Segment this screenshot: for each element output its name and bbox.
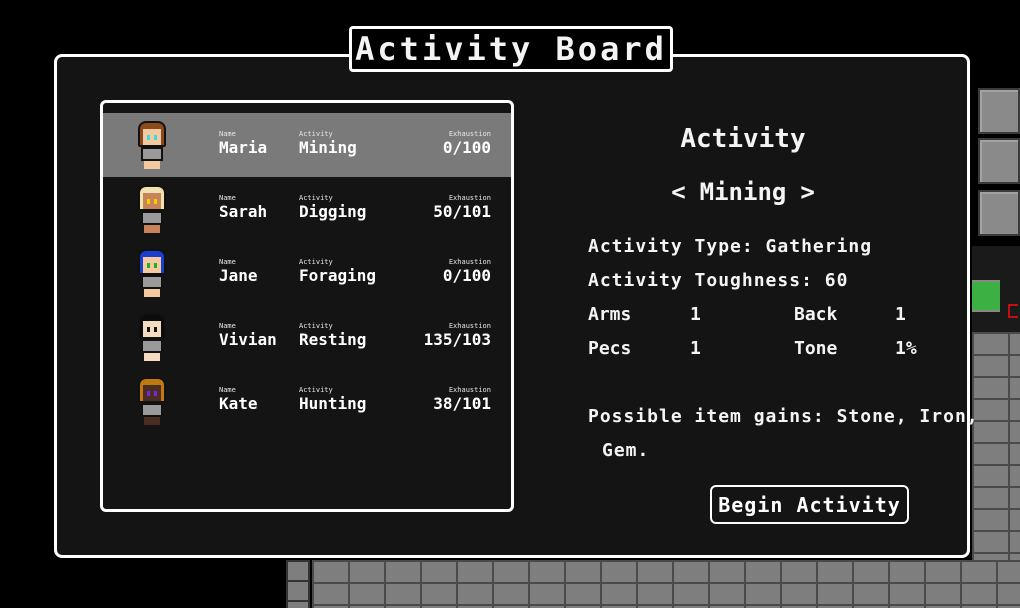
stat-arms-value: 1: [690, 304, 701, 325]
worker-exhaustion: 135/103: [423, 330, 491, 349]
avatar-eye: [154, 391, 157, 396]
activity-toughness: Activity Toughness: 60: [588, 270, 849, 291]
name-label: Name: [219, 130, 236, 138]
stat-back-value: 1: [895, 304, 906, 325]
avatar-legs: [144, 417, 160, 425]
worker-list[interactable]: Name Maria Activity Mining Exhaustion 0/…: [100, 100, 514, 512]
avatar-face: [143, 321, 161, 337]
avatar-face: [143, 385, 161, 401]
name-label: Name: [219, 386, 236, 394]
avatar-body: [141, 403, 163, 417]
name-label: Name: [219, 258, 236, 266]
stone-pillar: [286, 560, 310, 608]
name-label: Name: [219, 322, 236, 330]
avatar-eye: [154, 263, 157, 268]
activity-label: Activity: [299, 194, 333, 202]
item-gains-line1: Possible item gains: Stone, Iron,: [588, 406, 979, 427]
stone-block: [978, 190, 1020, 236]
worker-exhaustion: 50/101: [433, 202, 491, 221]
activity-label: Activity: [299, 322, 333, 330]
worker-exhaustion: 0/100: [442, 266, 491, 285]
avatar-eye: [147, 263, 150, 268]
avatar-eye: [154, 327, 157, 332]
window-title: Activity Board: [349, 26, 673, 72]
activity-selector: < Mining >: [590, 178, 896, 206]
avatar-legs: [144, 353, 160, 361]
avatar-eye: [147, 199, 150, 204]
worker-row[interactable]: Name Vivian Activity Resting Exhaustion …: [103, 305, 511, 369]
worker-name: Sarah: [219, 202, 268, 221]
green-tank: [972, 280, 1000, 312]
worker-row[interactable]: Name Jane Activity Foraging Exhaustion 0…: [103, 241, 511, 305]
avatar-legs: [144, 225, 160, 233]
character-avatar: [135, 377, 169, 427]
avatar-face: [143, 257, 161, 273]
worker-row[interactable]: Name Kate Activity Hunting Exhaustion 38…: [103, 369, 511, 433]
exhaustion-label: Exhaustion: [448, 322, 491, 330]
avatar-eye: [147, 135, 150, 140]
stone-block: [978, 138, 1020, 184]
worker-activity: Mining: [299, 138, 357, 157]
next-activity-arrow-icon[interactable]: >: [800, 178, 814, 206]
worker-row[interactable]: Name Maria Activity Mining Exhaustion 0/…: [103, 113, 511, 177]
green-tank-machine: [972, 246, 1020, 332]
avatar-eye: [154, 135, 157, 140]
stat-back-label: Back: [794, 304, 838, 325]
avatar-legs: [144, 289, 160, 297]
avatar-body: [141, 147, 163, 161]
stat-pecs-label: Pecs: [588, 338, 632, 359]
stone-block: [978, 88, 1020, 134]
worker-activity: Resting: [299, 330, 367, 349]
brick-floor-bottom: [312, 560, 1020, 608]
avatar-face: [143, 129, 161, 145]
worker-name: Vivian: [219, 330, 277, 349]
red-marking: [1008, 304, 1018, 318]
avatar-body: [141, 211, 163, 225]
stat-pecs-value: 1: [690, 338, 701, 359]
worker-exhaustion: 38/101: [433, 394, 491, 413]
worker-activity: Foraging: [299, 266, 377, 285]
character-avatar: [135, 249, 169, 299]
avatar-eye: [147, 391, 150, 396]
worker-name: Maria: [219, 138, 268, 157]
exhaustion-label: Exhaustion: [448, 258, 491, 266]
character-avatar: [135, 121, 169, 171]
activity-type: Activity Type: Gathering: [588, 236, 873, 257]
exhaustion-label: Exhaustion: [448, 194, 491, 202]
activity-label: Activity: [299, 386, 333, 394]
stat-arms-label: Arms: [588, 304, 632, 325]
exhaustion-label: Exhaustion: [448, 386, 491, 394]
worker-name: Jane: [219, 266, 258, 285]
avatar-legs: [144, 161, 160, 169]
stat-tone-label: Tone: [794, 338, 838, 359]
worker-activity: Hunting: [299, 394, 367, 413]
avatar-body: [141, 339, 163, 353]
avatar-eye: [147, 327, 150, 332]
avatar-body: [141, 275, 163, 289]
character-avatar: [135, 185, 169, 235]
avatar-face: [143, 193, 161, 209]
worker-exhaustion: 0/100: [442, 138, 491, 157]
item-gains-line2: Gem.: [602, 440, 650, 461]
activity-heading: Activity: [680, 124, 806, 154]
character-avatar: [135, 313, 169, 363]
avatar-eye: [154, 199, 157, 204]
exhaustion-label: Exhaustion: [448, 130, 491, 138]
activity-label: Activity: [299, 130, 333, 138]
worker-name: Kate: [219, 394, 258, 413]
stat-tone-value: 1%: [895, 338, 917, 359]
activity-label: Activity: [299, 258, 333, 266]
name-label: Name: [219, 194, 236, 202]
prev-activity-arrow-icon[interactable]: <: [671, 178, 685, 206]
current-activity: Mining: [699, 178, 787, 206]
worker-row[interactable]: Name Sarah Activity Digging Exhaustion 5…: [103, 177, 511, 241]
begin-activity-button[interactable]: Begin Activity: [710, 485, 909, 524]
worker-activity: Digging: [299, 202, 367, 221]
